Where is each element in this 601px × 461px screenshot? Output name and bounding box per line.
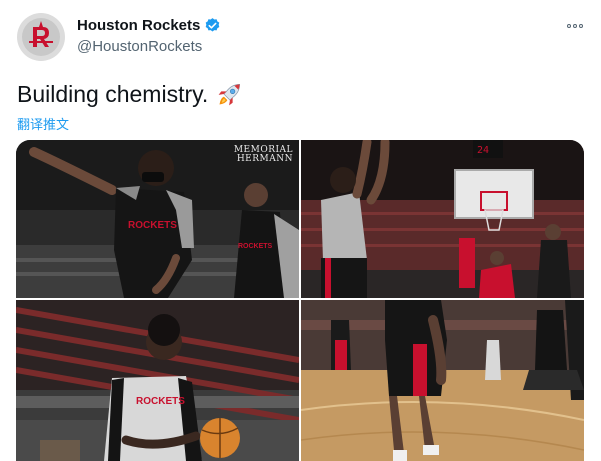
photo-player-holding-ball: ROCKETS	[16, 300, 299, 461]
svg-text:ROCKETS: ROCKETS	[136, 396, 185, 407]
photo-watermark: MEMORIAL HERMANN	[234, 146, 293, 164]
svg-text:ROCKETS: ROCKETS	[238, 243, 273, 250]
more-dot-icon	[573, 24, 577, 28]
avatar[interactable]	[17, 13, 65, 61]
svg-text:24: 24	[477, 145, 489, 156]
photo-player-jump-shot: 24	[301, 140, 584, 298]
photo-2[interactable]: 24	[301, 140, 584, 298]
tweet-text: Building chemistry.	[17, 80, 244, 108]
author-name-text: Houston Rockets	[77, 17, 201, 34]
photo-4[interactable]	[301, 300, 584, 461]
photo-3[interactable]: ROCKETS	[16, 300, 299, 461]
photo-1[interactable]: ROCKETS ROCKETS MEMORIAL HERMANN	[16, 140, 299, 298]
author-handle[interactable]: @HoustonRockets	[77, 38, 202, 55]
rocket-emoji-icon	[218, 84, 241, 106]
photo-player-legs-court	[301, 300, 584, 461]
rockets-logo-icon	[22, 18, 60, 56]
media-grid: ROCKETS ROCKETS MEMORIAL HERMANN 24 ROCK…	[16, 140, 584, 461]
author-display-name[interactable]: Houston Rockets	[77, 17, 221, 34]
verified-badge-icon	[206, 18, 220, 32]
svg-text:ROCKETS: ROCKETS	[128, 220, 177, 231]
more-dot-icon	[579, 24, 583, 28]
more-options-button[interactable]	[564, 18, 586, 34]
watermark-line-2: HERMANN	[236, 154, 293, 164]
tweet-text-content: Building chemistry.	[17, 80, 209, 107]
more-dot-icon	[567, 24, 571, 28]
translate-tweet-link[interactable]: 翻译推文	[17, 114, 69, 133]
